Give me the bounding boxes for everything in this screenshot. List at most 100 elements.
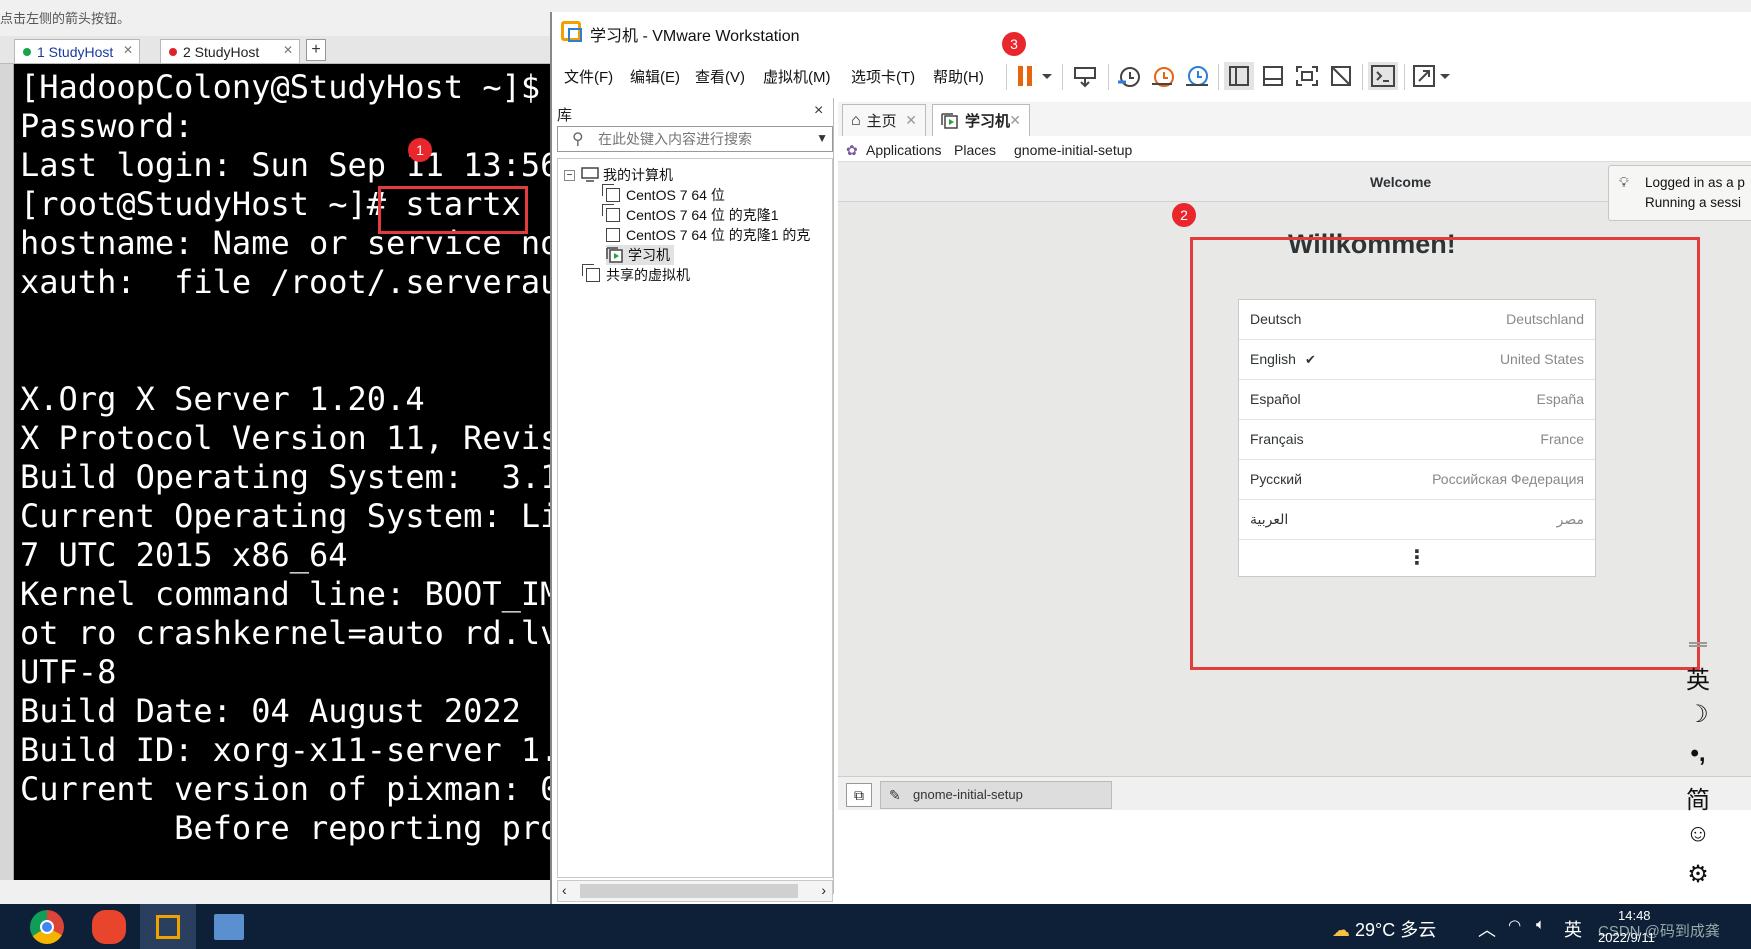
- clock-time[interactable]: 14:48: [1618, 908, 1651, 923]
- scroll-right-icon[interactable]: ›: [821, 882, 826, 898]
- terminal-line: Current Operating System: Li: [20, 497, 550, 535]
- console-view-button[interactable]: [1368, 62, 1398, 90]
- vm-icon: [606, 228, 620, 242]
- computer-icon: [581, 167, 599, 182]
- collapse-icon[interactable]: −: [564, 169, 575, 181]
- unity-button[interactable]: [1326, 62, 1356, 90]
- tree-item-vm-4[interactable]: 学习机: [606, 245, 674, 265]
- menu-vm[interactable]: 虚拟机(M): [763, 66, 831, 87]
- close-icon[interactable]: ✕: [123, 43, 133, 57]
- horizontal-scrollbar[interactable]: ‹ ›: [557, 880, 833, 902]
- new-tab-button[interactable]: +: [306, 39, 326, 61]
- unity-icon: [1331, 66, 1351, 86]
- revert-clock-icon: [1152, 67, 1174, 87]
- snapshot-button[interactable]: [1114, 62, 1144, 90]
- tree-label: CentOS 7 64 位: [626, 187, 725, 203]
- tab-home[interactable]: ⌂ 主页 ✕: [842, 104, 926, 136]
- running-vm-icon: [941, 112, 958, 129]
- notification-line-2: Running a sessi: [1645, 195, 1742, 210]
- terminal-line: xauth: file /root/.serverau: [20, 263, 550, 301]
- library-panel: 库 × ⚲ ▼ − 我的计算机 CentOS 7 64 位 CentOS 7 6…: [552, 98, 834, 902]
- hint-text: 点击左侧的箭头按钮。: [0, 11, 131, 26]
- taskbar-item[interactable]: ✎ gnome-initial-setup: [880, 781, 1112, 809]
- tab-label: 2 StudyHost: [183, 43, 260, 60]
- vmware-taskbar-button[interactable]: [140, 904, 196, 949]
- send-ctrl-alt-del-button[interactable]: [1070, 62, 1100, 90]
- terminal-line: X Protocol Version 11, Revis: [20, 419, 550, 457]
- weather-widget[interactable]: ☁ 29°C 多云: [1332, 916, 1436, 942]
- menu-file[interactable]: 文件(F): [564, 66, 613, 87]
- restore-view-button[interactable]: ⧉: [846, 783, 872, 807]
- tree-item-vm-2[interactable]: CentOS 7 64 位 的克隆1: [602, 204, 779, 225]
- terminal-tab-2[interactable]: 2 StudyHost ✕: [160, 39, 300, 63]
- annotation-badge-1: 1: [408, 138, 432, 162]
- scroll-left-icon[interactable]: ‹: [562, 882, 567, 898]
- ime-punctuation-button[interactable]: •,: [1681, 740, 1715, 768]
- revert-snapshot-button[interactable]: [1148, 62, 1178, 90]
- task-label: gnome-initial-setup: [913, 787, 1023, 802]
- vmware-icon: [156, 915, 180, 939]
- menu-edit[interactable]: 编辑(E): [630, 66, 680, 87]
- fullscreen-button[interactable]: [1292, 62, 1322, 90]
- library-view-icon: [1229, 66, 1249, 86]
- library-close-button[interactable]: ×: [814, 102, 823, 120]
- chevron-up-icon[interactable]: ︿: [1478, 916, 1496, 942]
- chrome-icon[interactable]: [30, 910, 64, 944]
- close-icon[interactable]: ✕: [283, 43, 293, 57]
- menu-view[interactable]: 查看(V): [695, 66, 745, 87]
- windows-taskbar: ☁ 29°C 多云 ︿ ◠ 🔈︎ 英 CSDN @码到成龚 14:48 2022…: [0, 904, 1751, 949]
- ime-emoji-icon[interactable]: ☺: [1681, 820, 1715, 848]
- library-tree: − 我的计算机 CentOS 7 64 位 CentOS 7 64 位 的克隆1…: [557, 158, 833, 878]
- places-menu[interactable]: Places: [954, 142, 996, 158]
- language-highlight-box: [1190, 237, 1700, 670]
- ime-settings-icon[interactable]: ⚙: [1681, 860, 1715, 889]
- toolbar-separator: [1006, 64, 1007, 90]
- applications-menu[interactable]: Applications: [866, 142, 942, 158]
- close-icon[interactable]: ✕: [1009, 112, 1021, 129]
- input-language-indicator[interactable]: 英: [1564, 916, 1582, 942]
- speaker-icon[interactable]: 🔈︎: [1536, 916, 1545, 933]
- terminal-line: UTF-8: [20, 653, 117, 691]
- stretch-button[interactable]: [1410, 62, 1454, 90]
- vm-icon: [602, 204, 620, 222]
- app-name-label[interactable]: gnome-initial-setup: [1014, 142, 1132, 158]
- ime-simplified-button[interactable]: 简: [1681, 780, 1715, 815]
- terminal-line: Build ID: xorg-x11-server 1.: [20, 731, 550, 769]
- snapshot-manager-button[interactable]: [1182, 62, 1212, 90]
- thumbnail-bar-button[interactable]: [1258, 62, 1288, 90]
- shared-vm-icon: [582, 264, 600, 282]
- tree-node-my-computer[interactable]: − 我的计算机: [564, 165, 673, 185]
- close-icon[interactable]: ✕: [905, 112, 917, 129]
- fullscreen-icon: [1296, 66, 1318, 86]
- ime-moon-icon[interactable]: ☽: [1681, 700, 1715, 729]
- clock-date[interactable]: 2022/9/11: [1598, 930, 1655, 945]
- library-search-box[interactable]: ⚲ ▼: [557, 126, 833, 152]
- tree-item-vm-1[interactable]: CentOS 7 64 位: [602, 184, 725, 205]
- tab-vm[interactable]: 学习机 ✕: [932, 104, 1030, 136]
- tree-item-vm-3[interactable]: CentOS 7 64 位 的克隆1 的克: [606, 225, 832, 245]
- ime-language-button[interactable]: 英: [1681, 660, 1715, 695]
- library-heading: 库: [557, 107, 573, 124]
- wifi-icon[interactable]: ◠: [1508, 916, 1521, 934]
- vm-status-bar: ⧉ ✎ gnome-initial-setup: [838, 776, 1751, 810]
- app-swirl-icon[interactable]: [92, 910, 126, 944]
- tree-node-shared-vms[interactable]: 共享的虚拟机: [582, 264, 690, 285]
- tree-label: 学习机: [628, 247, 670, 263]
- terminal-tab-bar: 1 StudyHost ✕ 2 StudyHost ✕ +: [0, 36, 550, 64]
- menu-tabs[interactable]: 选项卡(T): [851, 66, 915, 87]
- tree-label: CentOS 7 64 位 的克隆1: [626, 207, 779, 223]
- session-notification[interactable]: 💡︎ Logged in as a p Running a sessi: [1608, 165, 1751, 221]
- window-title: 学习机 - VMware Workstation: [590, 28, 800, 45]
- menu-help[interactable]: 帮助(H): [933, 66, 984, 87]
- pause-button[interactable]: [1012, 62, 1056, 90]
- startx-highlight-box: [378, 186, 528, 234]
- terminal-tab-1[interactable]: 1 StudyHost ✕: [14, 39, 140, 63]
- library-search-input[interactable]: [598, 130, 798, 148]
- drag-handle-icon[interactable]: [1689, 642, 1707, 647]
- tab-label: 1 StudyHost: [37, 43, 114, 60]
- scrollbar-thumb[interactable]: [580, 884, 798, 898]
- chevron-down-icon[interactable]: ▼: [816, 131, 828, 145]
- show-library-button[interactable]: [1224, 62, 1254, 90]
- terminal-line: Build Operating System: 3.1: [20, 458, 550, 496]
- remote-desktop-icon[interactable]: [214, 914, 244, 940]
